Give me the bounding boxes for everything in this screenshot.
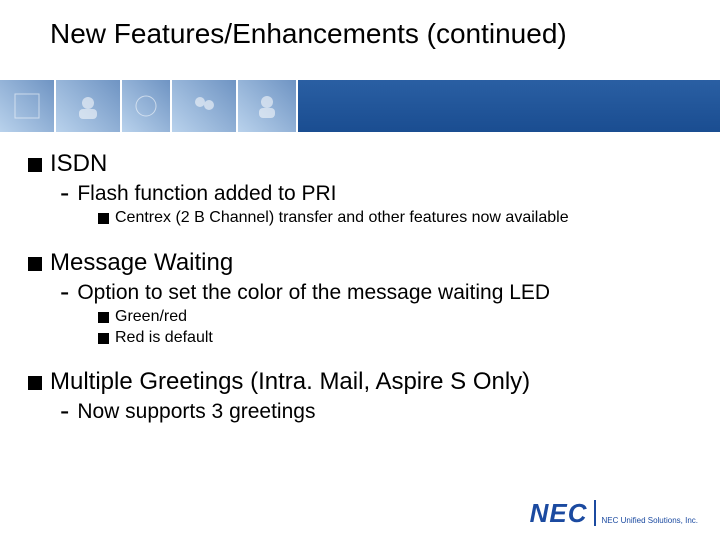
bullet-level2: -Now supports 3 greetings — [60, 400, 696, 424]
banner-fill — [298, 80, 720, 132]
bullet-level1: Multiple Greetings (Intra. Mail, Aspire … — [28, 368, 696, 396]
bullet-text: Flash function added to PRI — [77, 182, 336, 206]
bullet-level3: Green/red — [98, 307, 696, 328]
bullet-text: Centrex (2 B Channel) transfer and other… — [115, 208, 569, 229]
bullet-text: Multiple Greetings (Intra. Mail, Aspire … — [50, 368, 530, 396]
banner-photo — [56, 80, 122, 132]
banner-photo — [238, 80, 298, 132]
square-bullet-icon — [98, 213, 109, 224]
square-bullet-icon — [98, 333, 109, 344]
slide-title: New Features/Enhancements (continued) — [50, 18, 567, 50]
slide-body: ISDN -Flash function added to PRI Centre… — [28, 150, 696, 426]
header-image-strip — [0, 80, 720, 132]
bullet-level3: Red is default — [98, 328, 696, 349]
banner-photo — [0, 80, 56, 132]
dash-bullet-icon: - — [60, 281, 69, 302]
logo-tagline: NEC Unified Solutions, Inc. — [602, 517, 699, 526]
bullet-text: Red is default — [115, 328, 213, 349]
bullet-level3: Centrex (2 B Channel) transfer and other… — [98, 208, 696, 229]
square-bullet-icon — [28, 158, 42, 172]
square-bullet-icon — [98, 312, 109, 323]
bullet-text: Message Waiting — [50, 249, 233, 277]
footer-logo: NEC NEC Unified Solutions, Inc. — [530, 500, 698, 526]
dash-bullet-icon: - — [60, 400, 69, 421]
square-bullet-icon — [28, 257, 42, 271]
banner-photo — [172, 80, 238, 132]
square-bullet-icon — [28, 376, 42, 390]
logo-mark: NEC — [530, 500, 596, 526]
bullet-level1: Message Waiting — [28, 249, 696, 277]
bullet-level1: ISDN — [28, 150, 696, 178]
bullet-level2: -Flash function added to PRI — [60, 182, 696, 206]
bullet-text: Green/red — [115, 307, 187, 328]
bullet-text: Option to set the color of the message w… — [77, 281, 550, 305]
dash-bullet-icon: - — [60, 182, 69, 203]
bullet-level2: -Option to set the color of the message … — [60, 281, 696, 305]
bullet-text: Now supports 3 greetings — [77, 400, 315, 424]
bullet-text: ISDN — [50, 150, 107, 178]
banner-photo — [122, 80, 172, 132]
